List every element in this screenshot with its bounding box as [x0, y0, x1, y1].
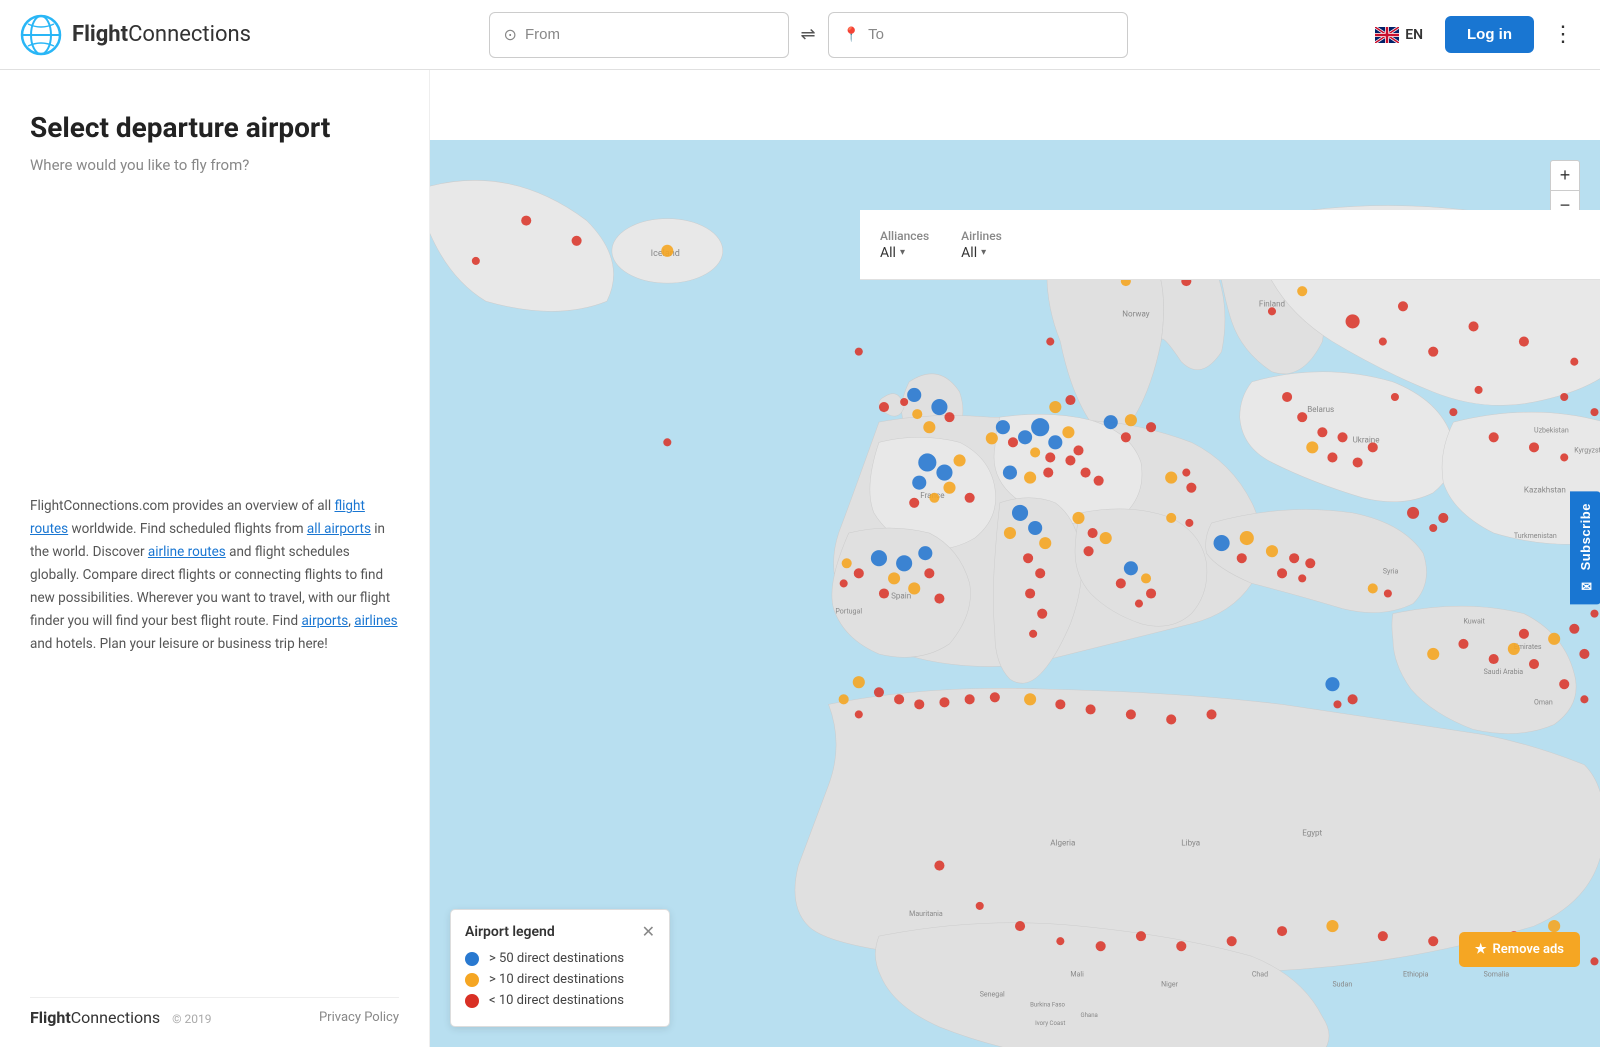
remove-ads-label: Remove ads: [1493, 942, 1564, 957]
footer-logo: FlightConnections: [30, 1008, 164, 1027]
svg-text:Mali: Mali: [1070, 969, 1084, 978]
footer-copy: © 2019: [172, 1012, 211, 1026]
more-menu-button[interactable]: ⋮: [1546, 22, 1580, 47]
alliances-chevron: ▾: [900, 247, 905, 258]
svg-text:Ivory Coast: Ivory Coast: [1035, 1020, 1065, 1027]
star-icon: ★: [1475, 942, 1487, 957]
svg-text:Syria: Syria: [1383, 566, 1399, 575]
svg-text:Mauritania: Mauritania: [909, 909, 943, 918]
uk-flag-icon: [1375, 27, 1399, 43]
header: FlightConnections ⊙ ⇌ 📍 EN Log in ⋮: [0, 0, 1600, 70]
legend-item-10: > 10 direct destinations: [465, 972, 655, 987]
remove-ads-button[interactable]: ★ Remove ads: [1459, 932, 1580, 967]
svg-text:Kuwait: Kuwait: [1463, 617, 1485, 626]
filters-bar: Alliances All ▾ Airlines All ▾: [860, 210, 1600, 280]
airlines-select[interactable]: All ▾: [961, 245, 1002, 261]
alliances-value: All: [880, 245, 896, 261]
to-input[interactable]: [868, 26, 1113, 43]
sidebar-top: Select departure airport Where would you…: [30, 110, 399, 174]
svg-text:Algeria: Algeria: [1050, 838, 1075, 847]
airlines-filter: Airlines All ▾: [961, 229, 1002, 261]
svg-text:Belarus: Belarus: [1307, 405, 1334, 414]
legend-dot-blue: [465, 952, 479, 966]
legend-label-10: > 10 direct destinations: [489, 972, 624, 987]
airlines-value: All: [961, 245, 977, 261]
logo-icon: [20, 14, 62, 56]
lang-label: EN: [1405, 27, 1423, 43]
legend-title: Airport legend: [465, 924, 555, 940]
to-input-wrap[interactable]: 📍: [828, 12, 1128, 58]
svg-text:Sudan: Sudan: [1332, 980, 1352, 989]
logo-text: FlightConnections: [72, 22, 251, 47]
alliances-filter: Alliances All ▾: [880, 229, 929, 261]
svg-text:Libya: Libya: [1181, 838, 1200, 847]
svg-text:Ethiopia: Ethiopia: [1403, 969, 1429, 978]
alliances-label: Alliances: [880, 229, 929, 243]
search-area: ⊙ ⇌ 📍: [267, 12, 1349, 58]
svg-text:Kazakhstan: Kazakhstan: [1524, 486, 1566, 495]
logo-area: FlightConnections: [20, 14, 251, 56]
svg-text:Kyrgyzstan: Kyrgyzstan: [1574, 445, 1600, 454]
sidebar-footer: FlightConnections © 2019 Privacy Policy: [30, 997, 399, 1027]
legend-item-less10: < 10 direct destinations: [465, 993, 655, 1008]
legend-close-button[interactable]: ✕: [642, 922, 655, 941]
legend-dot-orange: [465, 973, 479, 987]
to-icon: 📍: [843, 27, 860, 43]
mail-icon: ✉: [1578, 577, 1593, 593]
from-input-wrap[interactable]: ⊙: [489, 12, 789, 58]
svg-text:Finland: Finland: [1259, 299, 1285, 308]
from-input[interactable]: [525, 26, 774, 43]
svg-text:Egypt: Egypt: [1302, 828, 1322, 837]
svg-text:Niger: Niger: [1161, 980, 1178, 989]
svg-text:Chad: Chad: [1252, 969, 1268, 978]
footer-brand: FlightConnections © 2019: [30, 1008, 212, 1027]
sidebar-subtitle: Where would you like to fly from?: [30, 156, 399, 174]
svg-text:Somalia: Somalia: [1484, 969, 1510, 978]
svg-text:Norway: Norway: [1122, 309, 1149, 318]
legend-label-less10: < 10 direct destinations: [489, 993, 624, 1008]
svg-text:Burkina Faso: Burkina Faso: [1030, 1002, 1065, 1009]
airports-link[interactable]: airports: [301, 613, 348, 629]
main-layout: Select departure airport Where would you…: [0, 70, 1600, 1047]
svg-text:Turkmenistan: Turkmenistan: [1514, 531, 1557, 540]
legend-dot-red: [465, 994, 479, 1008]
subscribe-wrap: ✉ Subscribe: [1570, 492, 1600, 605]
svg-text:Ukraine: Ukraine: [1353, 435, 1380, 444]
svg-text:Portugal: Portugal: [835, 607, 862, 616]
header-right: EN Log in ⋮: [1365, 16, 1580, 53]
zoom-in-button[interactable]: +: [1550, 160, 1580, 190]
airport-legend: Airport legend ✕ > 50 direct destination…: [450, 909, 670, 1027]
svg-text:Oman: Oman: [1534, 697, 1553, 706]
language-button[interactable]: EN: [1365, 21, 1433, 49]
sidebar: Select departure airport Where would you…: [0, 70, 430, 1047]
svg-text:Spain: Spain: [891, 592, 911, 601]
sidebar-description: FlightConnections.com provides an overvi…: [30, 495, 399, 656]
subscribe-button[interactable]: ✉ Subscribe: [1570, 492, 1600, 605]
svg-text:Uzbekistan: Uzbekistan: [1534, 425, 1569, 434]
svg-text:Ghana: Ghana: [1081, 1012, 1098, 1019]
from-icon: ⊙: [504, 25, 517, 44]
airlines-link[interactable]: airlines: [354, 613, 397, 629]
svg-text:Saudi Arabia: Saudi Arabia: [1484, 667, 1524, 676]
alliances-select[interactable]: All ▾: [880, 245, 929, 261]
sidebar-title: Select departure airport: [30, 110, 399, 146]
map-area: Alliances All ▾ Airlines All ▾: [430, 140, 1600, 1047]
login-button[interactable]: Log in: [1445, 16, 1534, 53]
footer-privacy-link[interactable]: Privacy Policy: [319, 1010, 399, 1025]
legend-label-50: > 50 direct destinations: [489, 951, 624, 966]
all-airports-link[interactable]: all airports: [307, 521, 371, 537]
subscribe-label: Subscribe: [1578, 504, 1593, 571]
airlines-label: Airlines: [961, 229, 1002, 243]
airlines-chevron: ▾: [981, 247, 986, 258]
swap-icon[interactable]: ⇌: [797, 24, 820, 45]
airline-routes-link[interactable]: airline routes: [148, 544, 226, 560]
legend-header: Airport legend ✕: [465, 922, 655, 941]
svg-text:Senegal: Senegal: [980, 990, 1005, 999]
legend-item-50: > 50 direct destinations: [465, 951, 655, 966]
